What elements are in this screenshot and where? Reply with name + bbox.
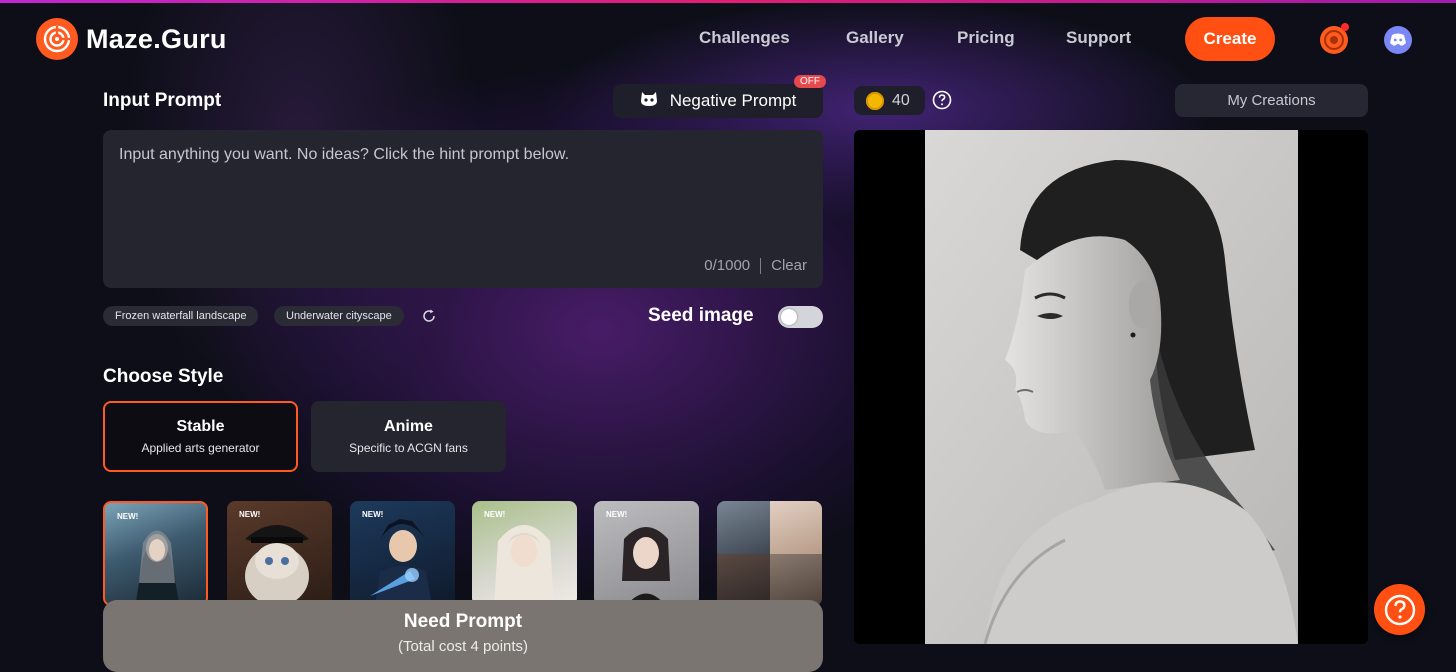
style-thumbnail[interactable]: NEW!	[227, 501, 332, 606]
help-button[interactable]	[1374, 584, 1425, 635]
logo[interactable]: Maze.Guru	[36, 18, 227, 60]
seed-image-toggle[interactable]	[778, 306, 823, 328]
thumbnail-quadrant	[717, 553, 770, 606]
negative-prompt-label: Negative Prompt	[669, 91, 797, 110]
char-counter: 0/1000	[704, 257, 751, 274]
generated-portrait	[925, 130, 1298, 644]
seed-image-label: Seed image	[648, 305, 754, 326]
points-balance: 40	[854, 86, 925, 115]
style-option-title: Stable	[176, 418, 225, 435]
clear-button[interactable]: Clear	[771, 257, 807, 274]
choose-style-title: Choose Style	[103, 366, 224, 387]
need-prompt-button[interactable]: Need Prompt (Total cost 4 points)	[103, 600, 823, 672]
style-option-anime[interactable]: Anime Specific to ACGN fans	[311, 401, 506, 472]
new-badge: NEW!	[484, 510, 506, 519]
new-badge: NEW!	[239, 510, 261, 519]
new-badge: NEW!	[117, 512, 139, 521]
negative-prompt-status-badge: OFF	[794, 75, 826, 88]
style-thumbnail[interactable]: NEW!	[472, 501, 577, 606]
nav-challenges[interactable]: Challenges	[699, 28, 790, 48]
style-thumbnail[interactable]: NEW!	[350, 501, 455, 606]
nav-gallery[interactable]: Gallery	[846, 28, 904, 48]
coin-icon	[866, 91, 884, 110]
style-thumbnail[interactable]	[717, 501, 822, 606]
image-preview	[854, 130, 1368, 644]
mask-icon	[640, 91, 658, 112]
thumbnail-quadrant	[769, 553, 822, 606]
new-badge: NEW!	[606, 510, 628, 519]
divider	[760, 257, 762, 274]
style-option-title: Anime	[384, 418, 433, 435]
input-prompt-title: Input Prompt	[103, 90, 222, 111]
refresh-hints-icon[interactable]	[420, 306, 438, 326]
style-option-stable[interactable]: Stable Applied arts generator	[103, 401, 298, 472]
notification-dot	[1341, 23, 1349, 31]
prompt-input[interactable]: Input anything you want. No ideas? Click…	[103, 130, 823, 288]
need-prompt-title: Need Prompt	[403, 611, 523, 632]
need-prompt-cost: (Total cost 4 points)	[397, 638, 529, 655]
top-accent-line	[0, 0, 1456, 3]
my-creations-button[interactable]: My Creations	[1175, 84, 1368, 117]
hint-chip-frozen-waterfall[interactable]: Frozen waterfall landscape	[103, 306, 259, 326]
logo-text: Maze.Guru	[86, 23, 227, 54]
thumbnail-quadrant	[717, 501, 770, 554]
thumbnail-quadrant	[769, 501, 822, 554]
points-value: 40	[892, 91, 910, 109]
create-button[interactable]: Create	[1185, 17, 1275, 61]
prompt-counter-bar: 0/1000 Clear	[704, 257, 807, 274]
style-thumbnail[interactable]: NEW!	[103, 501, 208, 606]
toggle-knob	[781, 309, 797, 325]
nav-support[interactable]: Support	[1066, 28, 1131, 48]
new-badge: NEW!	[362, 510, 384, 519]
style-thumbnail[interactable]: NEW!	[594, 501, 699, 606]
style-option-desc: Specific to ACGN fans	[349, 441, 468, 455]
prompt-placeholder: Input anything you want. No ideas? Click…	[119, 146, 570, 163]
style-option-desc: Applied arts generator	[141, 441, 260, 455]
discord-icon[interactable]	[1384, 26, 1412, 54]
hint-chip-underwater-cityscape[interactable]: Underwater cityscape	[274, 306, 404, 326]
nav-pricing[interactable]: Pricing	[957, 28, 1015, 48]
maze-logo-icon	[36, 18, 78, 60]
question-icon[interactable]	[932, 90, 952, 110]
negative-prompt-button[interactable]: Negative Prompt	[613, 84, 823, 118]
